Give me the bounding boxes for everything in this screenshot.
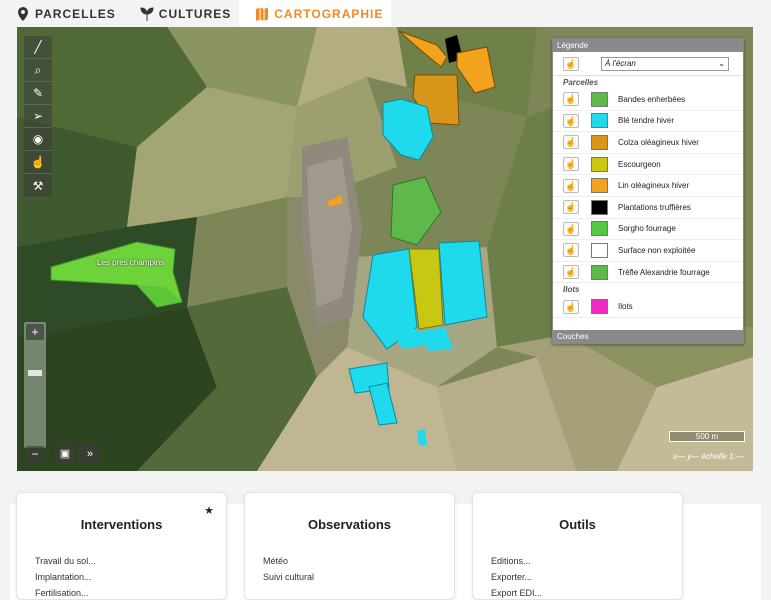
legend-item: ☝ Bandes enherbées [553,89,743,111]
zoom-out-button[interactable]: − [26,446,44,462]
legend-filter-row: ☝ À l'écran ⌄ [553,52,743,76]
card-menu-item[interactable]: Editions... [491,556,542,572]
card-interventions: Interventions ★ Travail du sol... Implantat… [16,492,227,600]
tab-cultures[interactable]: CULTURES [124,0,239,27]
hand-pointer-icon[interactable]: ☝ [563,221,579,236]
card-menu: Météo Suivi cultural [263,556,314,588]
hand-pointer-icon[interactable]: ☝ [563,157,579,172]
map-icon [256,7,269,21]
legend-item-label: Blé tendre hiver [618,116,675,126]
legend-item-label: Bandes enherbées [618,94,686,104]
card-observations: Observations Météo Suivi cultural [244,492,455,600]
legend-item-label: Trèfle Alexandrie fourrage [618,267,710,277]
legend-panel: Légende ☝ À l'écran ⌄ Parcelles ☝ Bandes e… [552,38,744,344]
hand-pointer-icon[interactable]: ☝ [563,113,579,128]
card-menu-item[interactable]: Exporter... [491,572,542,588]
tab-cartographie[interactable]: CARTOGRAPHIE [239,0,392,27]
hand-pointer-icon[interactable]: ☝ [563,200,579,215]
legend-item: ☝ Plantations truffières [553,197,743,219]
legend-swatch [591,299,608,315]
legend-item-label: Sorgho fourrage [618,224,676,234]
card-menu: Editions... Exporter... Export EDI... [491,556,542,600]
legend-item-label: Plantations truffières [618,202,691,212]
main-tabs: PARCELLES CULTURES CARTOGRAPHIE [0,0,392,27]
legend-item-label: Ilots [618,302,633,312]
coordinates-readout: x— y— échelle 1:— [673,452,744,461]
card-outils: Outils Editions... Exporter... Export EDI..… [472,492,683,600]
legend-item: ☝ Trèfle Alexandrie fourrage [553,262,743,284]
legend-item: ☝ Escourgeon [553,154,743,176]
hand-pointer-icon[interactable]: ☝ [563,265,579,280]
scale-bar: 500 m [669,431,745,442]
legend-scope-select[interactable]: À l'écran ⌄ [601,56,729,71]
legend-scope-value: À l'écran [605,58,636,68]
draw-line-icon[interactable]: ╱ [24,36,52,59]
hand-pointer-icon[interactable]: ☝ [563,243,579,258]
legend-item-label: Escourgeon [618,159,661,169]
legend-swatch [591,221,608,237]
legend-group-title: Ilots [563,285,580,295]
card-title: Outils [559,517,596,532]
hand-pointer-icon[interactable]: ☝ [24,151,52,174]
legend-item: ☝ Colza oléagineux hiver [553,132,743,154]
legend-groups: Parcelles ☝ Bandes enherbées ☝ Blé tendre hi… [553,76,743,318]
wrench-icon[interactable]: ⚒ [24,174,52,197]
legend-item: ☝ Lin oléagineux hiver [553,175,743,197]
legend-item-label: Surface non exploitée [618,245,696,255]
legend-swatch [591,91,608,107]
measure-icon[interactable]: ✎ [24,82,52,105]
overview-button[interactable]: ▣ [55,444,75,464]
legend-group-title: Parcelles [563,78,599,87]
zoom-slider-handle[interactable] [28,370,42,376]
hand-pointer-icon[interactable]: ☝ [563,56,579,71]
card-menu-item[interactable]: Implantation... [35,572,96,588]
zoom-slider[interactable] [24,322,46,448]
card-menu-item[interactable]: Météo [263,556,314,572]
tab-cultures-label: CULTURES [158,6,232,21]
sprout-icon [140,6,154,21]
legend-swatch [591,199,608,215]
map-toolbar: ╱ ⌕ ✎ ➢ ◉ ☝ ⚒ [24,36,52,197]
legend-item-label: Colza oléagineux hiver [618,137,699,147]
hand-pointer-icon[interactable]: ☝ [563,135,579,150]
tab-cartographie-label: CARTOGRAPHIE [274,6,384,21]
legend-swatch [591,178,608,194]
card-menu-item[interactable]: Export EDI... [491,588,542,600]
legend-item: ☝ Sorgho fourrage [553,219,743,241]
legend-item: ☝ Surface non exploitée [553,240,743,262]
legend-item: ☝ Ilots [553,296,743,318]
legend-swatch [591,242,608,258]
card-menu-item[interactable]: Travail du sol... [35,556,96,572]
star-icon[interactable]: ★ [204,504,214,517]
legend-swatch [591,113,608,129]
pin-icon[interactable]: ➢ [24,105,52,128]
card-title: Observations [307,517,392,532]
zoom-in-button[interactable]: + [26,324,44,340]
tab-parcelles-label: PARCELLES [35,6,116,21]
card-menu: Travail du sol... Implantation... Fertilis… [35,556,96,600]
legend-swatch [591,156,608,172]
legend-swatch [591,134,608,150]
parcel-label-map: Les pres champins [97,258,165,267]
card-menu-item[interactable]: Fertilisation... [35,588,96,600]
legend-swatch [591,264,608,280]
chevron-down-icon: ⌄ [718,58,725,68]
tab-parcelles[interactable]: PARCELLES [0,0,124,27]
hand-pointer-icon[interactable]: ☝ [563,299,579,314]
binoculars-icon[interactable]: ◉ [24,128,52,151]
card-menu-item[interactable]: Suivi cultural [263,572,314,588]
legend-footer: Couches [553,330,743,343]
zoom-area-icon[interactable]: ⌕ [24,59,52,82]
legend-item-label: Lin oléagineux hiver [618,181,690,191]
hand-pointer-icon[interactable]: ☝ [563,92,579,107]
expand-button[interactable]: » [80,444,100,464]
map-pin-icon [18,6,28,21]
card-title: Interventions [80,517,163,532]
hand-pointer-icon[interactable]: ☝ [563,178,579,193]
legend-header: Légende [553,39,743,52]
legend-item: ☝ Blé tendre hiver [553,111,743,133]
